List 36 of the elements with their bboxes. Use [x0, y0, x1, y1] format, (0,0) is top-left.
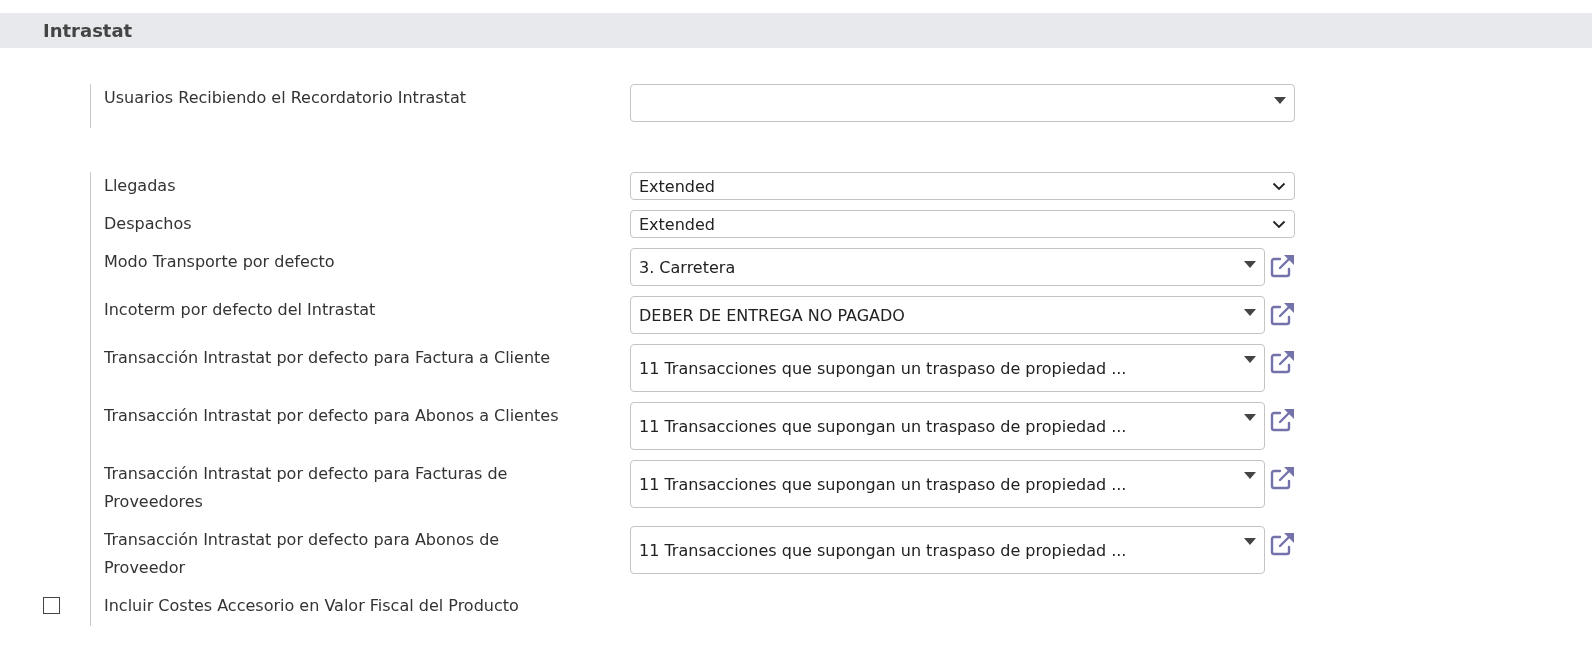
dropdown-field[interactable]: 11 Transacciones que supongan un traspaso de propiedad ...	[630, 344, 1265, 392]
external-link-icon[interactable]	[1269, 531, 1295, 557]
caret-icon[interactable]	[1244, 260, 1256, 268]
field-label: Transacción Intrastat por defecto para Abonos de Proveedor	[104, 529, 501, 579]
caret-icon[interactable]	[1274, 96, 1286, 104]
field-label: Transacción Intrastat por defecto para Facturas de Proveedores	[104, 463, 509, 513]
field-label: Incluir Costes Accesorio en Valor Fiscal del Producto	[104, 595, 520, 617]
field-label: Despachos	[104, 213, 193, 235]
external-link-icon[interactable]	[1269, 465, 1295, 491]
chevron-down-icon[interactable]	[1272, 181, 1286, 191]
caret-icon[interactable]	[1244, 413, 1256, 421]
field-label: Transacción Intrastat por defecto para Abonos a Clientes	[104, 405, 560, 427]
field-label: Incoterm por defecto del Intrastat	[104, 299, 377, 321]
caret-icon[interactable]	[1244, 537, 1256, 545]
dropdown-field[interactable]: 11 Transacciones que supongan un traspaso de propiedad ...	[630, 526, 1265, 574]
external-link-icon[interactable]	[1269, 407, 1295, 433]
external-link-icon[interactable]	[1269, 349, 1295, 375]
field-label: Modo Transporte por defecto	[104, 251, 336, 273]
caret-icon[interactable]	[1244, 471, 1256, 479]
select-field[interactable]: Extended	[630, 210, 1295, 238]
dropdown-field[interactable]	[630, 84, 1295, 122]
dropdown-field[interactable]: 3. Carretera	[630, 248, 1265, 286]
section-title: Intrastat	[43, 20, 133, 41]
external-link-icon[interactable]	[1269, 301, 1295, 327]
dropdown-field[interactable]: 11 Transacciones que supongan un traspaso de propiedad ...	[630, 460, 1265, 508]
field-label: Usuarios Recibiendo el Recordatorio Intrastat	[104, 87, 467, 109]
external-link-icon[interactable]	[1269, 253, 1295, 279]
select-field[interactable]: Extended	[630, 172, 1295, 200]
dropdown-field[interactable]: DEBER DE ENTREGA NO PAGADO	[630, 296, 1265, 334]
chevron-down-icon[interactable]	[1272, 219, 1286, 229]
caret-icon[interactable]	[1244, 355, 1256, 363]
field-label: Transacción Intrastat por defecto para Factura a Cliente	[104, 347, 552, 369]
dropdown-field[interactable]: 11 Transacciones que supongan un traspaso de propiedad ...	[630, 402, 1265, 450]
field-label: Llegadas	[104, 175, 177, 197]
caret-icon[interactable]	[1244, 308, 1256, 316]
checkbox[interactable]	[43, 597, 60, 614]
